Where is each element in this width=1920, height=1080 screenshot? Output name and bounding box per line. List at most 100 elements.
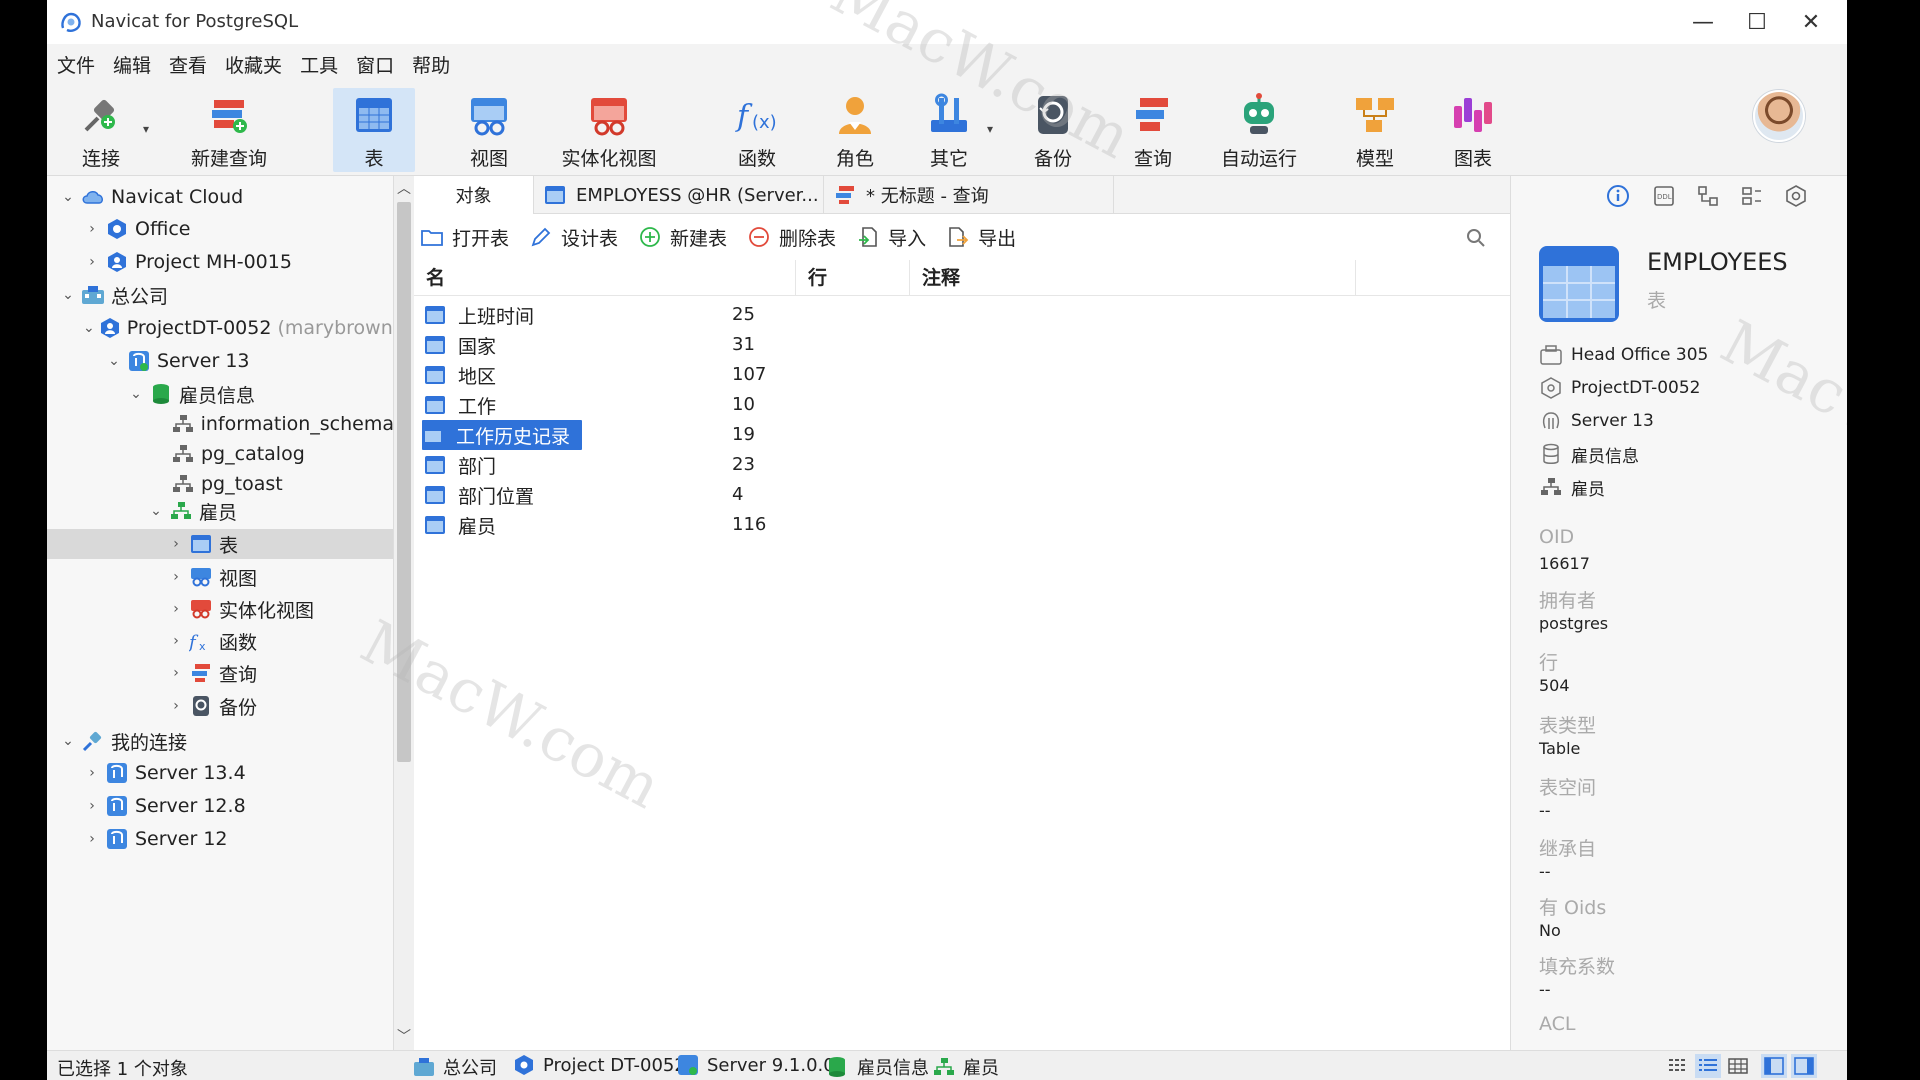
tree-scrollbar[interactable]: ︿ ﹀ (394, 176, 414, 1050)
materialized-view-button[interactable]: 实体化视图 (555, 88, 663, 172)
other-dropdown-icon[interactable]: ▾ (987, 122, 993, 136)
tree-item-project-mh[interactable]: › Project MH-0015 (47, 247, 393, 277)
table-row[interactable]: 地区 107 (414, 360, 1510, 390)
table-name-cell[interactable]: 部门 (424, 450, 508, 480)
table-name-cell[interactable]: 上班时间 (424, 300, 546, 330)
table-name-cell[interactable]: 部门位置 (424, 480, 546, 510)
delete-table-button[interactable]: 删除表 (747, 224, 836, 251)
query-button[interactable]: 查询 (1121, 88, 1185, 172)
view-list-button[interactable] (1695, 1054, 1721, 1078)
tab-objects[interactable]: 对象 (414, 176, 534, 214)
chart-button[interactable]: 图表 (1441, 88, 1505, 172)
chevron-right-icon[interactable]: › (83, 221, 101, 237)
chevron-down-icon[interactable]: ⌄ (59, 189, 77, 205)
tree-item-schema-catalog[interactable]: pg_catalog (47, 439, 393, 469)
import-button[interactable]: 导入 (856, 224, 926, 251)
tab-employess[interactable]: EMPLOYESS @HR (Server... (534, 176, 824, 214)
toggle-right-panel-button[interactable] (1791, 1054, 1817, 1078)
tree-item-server13[interactable]: ⌄ Server 13 (47, 346, 393, 376)
view-detail-button[interactable] (1725, 1054, 1751, 1078)
chevron-right-icon[interactable]: › (167, 601, 185, 617)
menu-edit[interactable]: 编辑 (113, 51, 151, 78)
chevron-right-icon[interactable]: › (167, 536, 185, 552)
menu-tools[interactable]: 工具 (300, 51, 338, 78)
chevron-right-icon[interactable]: › (167, 665, 185, 681)
chevron-down-icon[interactable]: ⌄ (127, 386, 145, 402)
menu-view[interactable]: 查看 (169, 51, 207, 78)
tree-item-functions[interactable]: › fx 函数 (47, 626, 393, 656)
chevron-down-icon[interactable]: ⌄ (105, 353, 123, 369)
tree-item-database[interactable]: ⌄ 雇员信息 (47, 379, 393, 409)
chevron-down-icon[interactable]: ⌄ (59, 287, 77, 303)
design-table-button[interactable]: 设计表 (529, 224, 618, 251)
tree-item-schema-toast[interactable]: pg_toast (47, 469, 393, 499)
scroll-down-icon[interactable]: ﹀ (394, 1026, 414, 1046)
tree-item-tables[interactable]: › 表 (47, 529, 393, 559)
tree-item-backups[interactable]: › 备份 (47, 691, 393, 721)
minimize-button[interactable]: — (1677, 6, 1729, 38)
table-button[interactable]: 表 (333, 88, 415, 172)
function-button[interactable]: f (x) 函数 (725, 88, 789, 172)
new-query-button[interactable]: 新建查询 (181, 88, 277, 172)
search-icon[interactable] (1466, 228, 1486, 248)
info-tab-dependencies[interactable] (1695, 183, 1721, 209)
tree-item-head-company[interactable]: ⌄ 总公司 (47, 280, 393, 310)
chevron-down-icon[interactable]: ⌄ (83, 320, 95, 336)
connect-dropdown-icon[interactable]: ▾ (143, 122, 149, 136)
chevron-down-icon[interactable]: ⌄ (59, 733, 77, 749)
chevron-right-icon[interactable]: › (167, 698, 185, 714)
tree-item-server-12-8[interactable]: › Server 12.8 (47, 791, 393, 821)
tree-item-project-dt[interactable]: ⌄ ProjectDT-0052 (marybrown@ (47, 313, 393, 343)
info-tab-general[interactable] (1605, 183, 1631, 209)
export-button[interactable]: 导出 (946, 224, 1016, 251)
tree-item-queries[interactable]: › 查询 (47, 658, 393, 688)
tree-item-office[interactable]: › Office (47, 214, 393, 244)
chevron-down-icon[interactable]: ⌄ (147, 503, 165, 519)
view-list-small-button[interactable] (1665, 1054, 1691, 1078)
close-button[interactable]: ✕ (1785, 6, 1837, 38)
table-row[interactable]: 工作 10 (414, 390, 1510, 420)
scroll-up-icon[interactable]: ︿ (394, 178, 414, 198)
menu-file[interactable]: 文件 (57, 51, 95, 78)
table-row[interactable]: 部门位置 4 (414, 480, 1510, 510)
open-table-button[interactable]: 打开表 (420, 224, 509, 251)
toggle-left-panel-button[interactable] (1761, 1054, 1787, 1078)
table-name-cell[interactable]: 国家 (424, 330, 508, 360)
table-name-cell[interactable]: 工作历史记录 (422, 420, 583, 450)
chevron-right-icon[interactable]: › (83, 254, 101, 270)
tab-untitled-query[interactable]: * 无标题 - 查询 (824, 176, 1114, 214)
info-tab-ddl[interactable]: DDL (1651, 183, 1677, 209)
scroll-thumb[interactable] (397, 202, 411, 762)
table-row[interactable]: 雇员 116 (414, 510, 1510, 540)
info-tab-settings[interactable] (1783, 183, 1809, 209)
automation-button[interactable]: 自动运行 (1211, 88, 1307, 172)
chevron-right-icon[interactable]: › (83, 831, 101, 847)
chevron-right-icon[interactable]: › (83, 798, 101, 814)
tree-item-schema-employees[interactable]: ⌄ 雇员 (47, 496, 393, 526)
tree-item-materialized-views[interactable]: › 实体化视图 (47, 594, 393, 624)
table-name-cell[interactable]: 工作 (424, 390, 508, 420)
new-table-button[interactable]: 新建表 (638, 224, 727, 251)
maximize-button[interactable]: ☐ (1731, 6, 1783, 38)
table-row[interactable]: 国家 31 (414, 330, 1510, 360)
backup-button[interactable]: 备份 (1021, 88, 1085, 172)
table-name-cell[interactable]: 雇员 (424, 510, 508, 540)
view-button[interactable]: 视图 (455, 88, 523, 172)
menu-window[interactable]: 窗口 (356, 51, 394, 78)
other-button[interactable]: 其它 (917, 88, 981, 172)
column-header-rows[interactable]: 行 (796, 260, 910, 296)
menu-help[interactable]: 帮助 (412, 51, 450, 78)
tree-item-my-connections[interactable]: ⌄ 我的连接 (47, 726, 393, 756)
table-row[interactable]: 部门 23 (414, 450, 1510, 480)
chevron-right-icon[interactable]: › (83, 765, 101, 781)
chevron-right-icon[interactable]: › (167, 633, 185, 649)
chevron-right-icon[interactable]: › (167, 569, 185, 585)
role-button[interactable]: 角色 (827, 88, 883, 172)
column-header-comment[interactable]: 注释 (910, 260, 1356, 296)
tree-item-server-12[interactable]: › Server 12 (47, 824, 393, 854)
column-header-name[interactable]: 名 (414, 260, 796, 296)
table-row[interactable]: 上班时间 25 (414, 300, 1510, 330)
user-avatar[interactable] (1753, 90, 1805, 142)
connect-button[interactable]: 连接 (65, 88, 137, 172)
table-row[interactable]: 工作历史记录 19 (414, 420, 1510, 450)
